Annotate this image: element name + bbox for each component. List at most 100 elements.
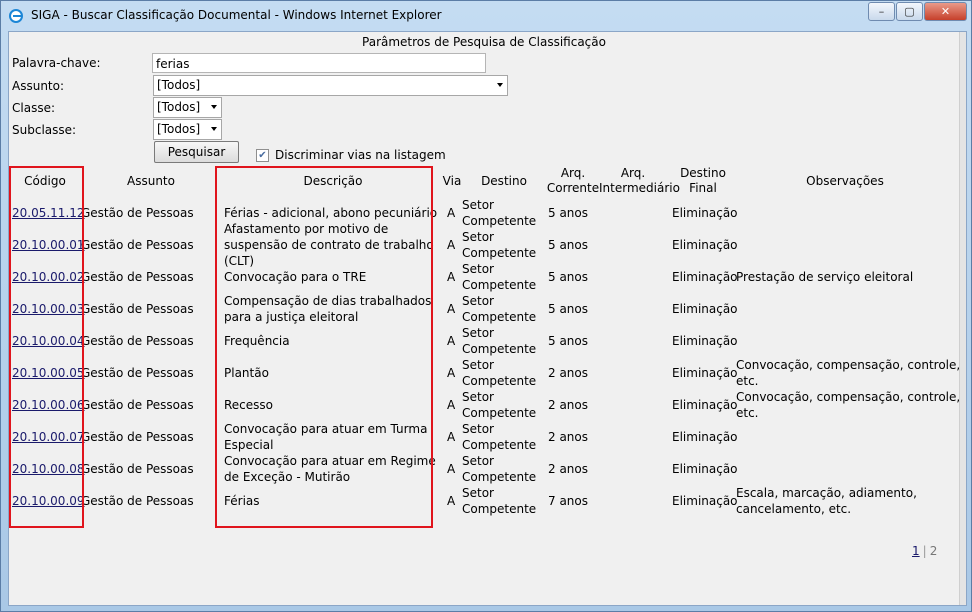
browser-window: SIGA - Buscar Classificação Documental -… xyxy=(0,0,972,612)
destino-cell: Competente xyxy=(462,374,537,388)
destino-final-cell: Eliminação xyxy=(672,462,738,476)
destino-cell: Setor xyxy=(462,358,494,372)
observacoes-cell: Escala, marcação, adiamento, xyxy=(736,486,917,500)
destino-final-cell: Eliminação xyxy=(672,494,738,508)
header-via: Via xyxy=(442,174,462,188)
observacoes-cell: Convocação, compensação, controle, xyxy=(736,390,961,404)
assunto-cell: Gestão de Pessoas xyxy=(81,398,194,412)
destino-final-cell: Eliminação xyxy=(672,366,738,380)
assunto-cell: Gestão de Pessoas xyxy=(81,270,194,284)
via-cell: A xyxy=(447,430,456,444)
via-cell: A xyxy=(447,334,456,348)
chevron-down-icon xyxy=(497,83,503,87)
minimize-button[interactable]: – xyxy=(868,2,895,21)
classe-select[interactable]: [Todos] xyxy=(153,97,222,118)
window-controls: – ▢ ✕ xyxy=(867,2,967,21)
chevron-down-icon xyxy=(211,127,217,131)
header-destino-final-line2: Final xyxy=(689,181,717,195)
destino-cell: Competente xyxy=(462,310,537,324)
arq-corrente-cell: 5 anos xyxy=(548,334,589,348)
arq-corrente-cell: 2 anos xyxy=(548,430,589,444)
destino-final-cell: Eliminação xyxy=(672,238,738,252)
destino-final-cell: Eliminação xyxy=(672,430,738,444)
header-assunto: Assunto xyxy=(127,174,175,188)
destino-cell: Setor xyxy=(462,198,494,212)
assunto-cell: Gestão de Pessoas xyxy=(81,334,194,348)
arq-corrente-cell: 7 anos xyxy=(548,494,589,508)
arq-corrente-cell: 5 anos xyxy=(548,270,589,284)
pager-separator: | xyxy=(922,544,927,558)
keyword-input[interactable]: ferias xyxy=(152,53,486,73)
page-content: Parâmetros de Pesquisa de Classificação … xyxy=(8,31,967,606)
destino-final-cell: Eliminação xyxy=(672,206,738,220)
header-arq-intermediario-line1: Arq. xyxy=(620,166,646,180)
destino-cell: Setor xyxy=(462,454,494,468)
title-bar: SIGA - Buscar Classificação Documental -… xyxy=(1,1,971,31)
classe-label: Classe: xyxy=(12,101,55,115)
page-1-link[interactable]: 1 xyxy=(912,544,920,558)
destino-cell: Competente xyxy=(462,502,537,516)
header-arq-corrente: Arq. Corrente xyxy=(543,166,603,196)
arq-corrente-cell: 2 anos xyxy=(548,366,589,380)
via-cell: A xyxy=(447,206,456,220)
destino-cell: Competente xyxy=(462,278,537,292)
destino-cell: Competente xyxy=(462,470,537,484)
header-destino: Destino xyxy=(481,174,527,188)
observacoes-cell: Prestação de serviço eleitoral xyxy=(736,270,914,284)
destino-cell: Competente xyxy=(462,214,537,228)
window-title: SIGA - Buscar Classificação Documental -… xyxy=(31,8,442,22)
codigo-column-highlight xyxy=(9,166,84,528)
close-button[interactable]: ✕ xyxy=(924,2,967,21)
arq-corrente-cell: 2 anos xyxy=(548,398,589,412)
destino-cell: Competente xyxy=(462,246,537,260)
vertical-scrollbar[interactable] xyxy=(959,32,966,605)
via-cell: A xyxy=(447,270,456,284)
keyword-label: Palavra-chave: xyxy=(12,56,101,70)
header-arq-corrente-line2: Corrente xyxy=(546,181,600,195)
destino-final-cell: Eliminação xyxy=(672,302,738,316)
observacoes-cell: Convocação, compensação, controle, xyxy=(736,358,961,372)
form-title: Parâmetros de Pesquisa de Classificação xyxy=(362,35,606,49)
maximize-button[interactable]: ▢ xyxy=(896,2,923,21)
header-arq-corrente-line1: Arq. xyxy=(560,166,586,180)
destino-cell: Setor xyxy=(462,390,494,404)
header-destino-final: Destino Final xyxy=(669,166,737,196)
destino-final-cell: Eliminação xyxy=(672,270,738,284)
via-cell: A xyxy=(447,398,456,412)
chevron-down-icon xyxy=(211,105,217,109)
destino-cell: Competente xyxy=(462,438,537,452)
header-arq-intermediario: Arq. Intermediário xyxy=(599,166,680,196)
assunto-cell: Gestão de Pessoas xyxy=(81,366,194,380)
destino-cell: Competente xyxy=(462,406,537,420)
via-cell: A xyxy=(447,494,456,508)
subclasse-select-value: [Todos] xyxy=(157,122,201,136)
internet-explorer-icon xyxy=(9,9,23,23)
via-cell: A xyxy=(447,238,456,252)
assunto-cell: Gestão de Pessoas xyxy=(81,238,194,252)
arq-corrente-cell: 2 anos xyxy=(548,462,589,476)
search-button[interactable]: Pesquisar xyxy=(154,141,239,163)
destino-cell: Setor xyxy=(462,230,494,244)
via-cell: A xyxy=(447,462,456,476)
arq-corrente-cell: 5 anos xyxy=(548,238,589,252)
destino-cell: Setor xyxy=(462,326,494,340)
destino-final-cell: Eliminação xyxy=(672,398,738,412)
assunto-label: Assunto: xyxy=(12,79,65,93)
subclasse-select[interactable]: [Todos] xyxy=(153,119,222,140)
destino-cell: Setor xyxy=(462,294,494,308)
destino-cell: Competente xyxy=(462,342,537,356)
header-destino-final-line1: Destino xyxy=(680,166,726,180)
assunto-select-value: [Todos] xyxy=(157,78,201,92)
header-observacoes: Observações xyxy=(806,174,884,188)
arq-corrente-cell: 5 anos xyxy=(548,206,589,220)
page-2-link[interactable]: 2 xyxy=(930,544,938,558)
classe-select-value: [Todos] xyxy=(157,100,201,114)
header-arq-intermediario-line2: Intermediário xyxy=(599,181,680,195)
observacoes-cell: etc. xyxy=(736,406,759,420)
discriminar-checkbox[interactable]: ✔ xyxy=(256,149,269,162)
via-cell: A xyxy=(447,366,456,380)
assunto-select[interactable]: [Todos] xyxy=(153,75,508,96)
assunto-cell: Gestão de Pessoas xyxy=(81,206,194,220)
pagination: 1 | 2 xyxy=(912,544,937,558)
via-cell: A xyxy=(447,302,456,316)
